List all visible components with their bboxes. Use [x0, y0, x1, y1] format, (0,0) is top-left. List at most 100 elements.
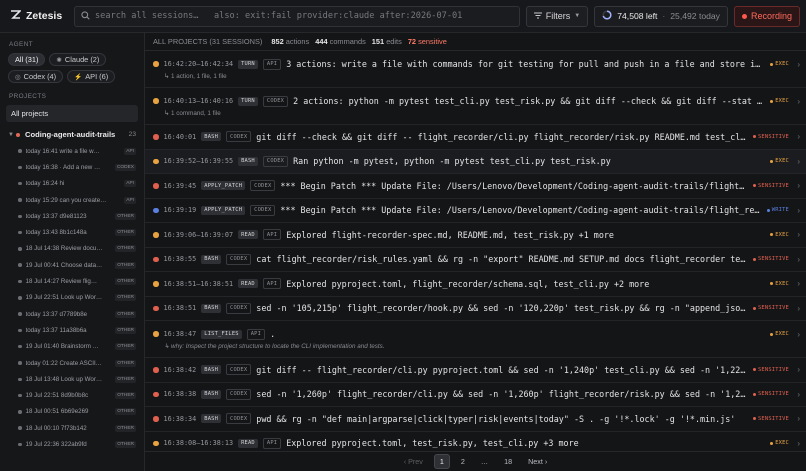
event-row[interactable]: 16:38:38 BASH CODEX sed -n '1,260p' flight_…: [145, 383, 806, 407]
session-item[interactable]: 19 Jul 22:51 8d9b0b8c OTHER: [5, 387, 139, 403]
session-title: today 01:22 Create ASCII…: [25, 359, 102, 367]
event-row[interactable]: 16:39:19 APPLY_PATCH CODEX *** Begin Patch …: [145, 199, 806, 223]
chevron-right-icon[interactable]: ›: [794, 97, 800, 106]
page-button[interactable]: 18: [499, 455, 517, 468]
status-dot-icon: [153, 281, 159, 287]
session-item[interactable]: 18 Jul 14:27 Review flig… OTHER: [5, 273, 139, 289]
event-kind-tag: READ: [238, 279, 258, 289]
session-item[interactable]: 18 Jul 14:38 Review docu… OTHER: [5, 241, 139, 257]
chevron-right-icon[interactable]: ›: [794, 439, 800, 448]
session-provider-badge: OTHER: [115, 392, 136, 400]
session-item[interactable]: today 13:37 11a38b6a OTHER: [5, 322, 139, 338]
event-kind-tag: APPLY_PATCH: [201, 205, 246, 215]
projects-heading: PROJECTS: [9, 93, 47, 100]
event-row[interactable]: 16:38:42 BASH CODEX git diff -- flight_reco…: [145, 358, 806, 383]
session-item[interactable]: 19 Jul 22:51 Look up Wor… OTHER: [5, 290, 139, 306]
session-item[interactable]: 19 Jul 22:36 322ab9fd OTHER: [5, 436, 139, 452]
session-item[interactable]: today 01:22 Create ASCII… OTHER: [5, 355, 139, 371]
chevron-right-icon[interactable]: ›: [794, 365, 800, 374]
event-row[interactable]: 16:38:08–16:38:13 READ API Explored pyproje…: [145, 432, 806, 452]
event-row[interactable]: 16:38:51–16:38:51 READ API Explored pyproje…: [145, 272, 806, 297]
chevron-right-icon[interactable]: ›: [794, 181, 800, 190]
session-dot-icon: [18, 393, 22, 398]
session-item[interactable]: today 13:37 d9e81123 OTHER: [5, 208, 139, 224]
session-item[interactable]: today 16:41 write a file w… API: [5, 143, 139, 159]
event-text: .: [270, 329, 276, 339]
event-status-label: EXEC: [775, 440, 789, 447]
session-item[interactable]: 19 Jul 01:40 Brainstorm … OTHER: [5, 339, 139, 355]
filters-button[interactable]: Filters ▼: [525, 5, 589, 27]
event-row[interactable]: 16:38:55 BASH CODEX cat flight_recorder/ris…: [145, 248, 806, 272]
prev-page-button[interactable]: ‹ Prev: [399, 455, 428, 468]
chevron-right-icon[interactable]: ›: [794, 206, 800, 215]
session-title: 19 Jul 01:40 Brainstorm …: [25, 343, 99, 351]
agent-chip[interactable]: ◎ Codex (4): [8, 70, 64, 83]
event-text: git diff --check && git diff -- flight_r…: [256, 131, 748, 142]
chevron-right-icon[interactable]: ›: [794, 132, 800, 141]
session-title: 19 Jul 22:51 Look up Wor…: [25, 294, 103, 302]
session-item[interactable]: 19 Jul 00:41 Choose data… OTHER: [5, 257, 139, 273]
session-item[interactable]: today 15:29 can you create… API: [5, 192, 139, 208]
page-button[interactable]: 1: [433, 454, 450, 469]
event-row[interactable]: 16:39:52–16:39:55 BASH CODEX Ran python -m …: [145, 149, 806, 174]
next-page-button[interactable]: Next ›: [523, 455, 552, 468]
event-row[interactable]: 16:40:01 BASH CODEX git diff --check && git…: [145, 125, 806, 150]
session-item[interactable]: today 13:43 8b1c148a OTHER: [5, 224, 139, 240]
agent-chip[interactable]: ✺ Claude (2): [49, 53, 107, 66]
event-status: SENSITIVE: [752, 367, 789, 373]
session-item[interactable]: 18 Jul 00:10 7f73b142 OTHER: [5, 420, 139, 436]
agent-heading: AGENT: [9, 41, 34, 48]
session-item[interactable]: today 13:37 d7789b8e OTHER: [5, 306, 139, 322]
event-time: 16:38:51–16:38:51: [163, 279, 234, 288]
session-item[interactable]: today 16:38 · Add a new … CODEX: [5, 159, 139, 175]
agent-chip[interactable]: ⚡ API (6): [67, 70, 116, 83]
status-dot-icon: [153, 416, 159, 422]
chevron-right-icon[interactable]: ›: [794, 255, 800, 264]
chevron-right-icon[interactable]: ›: [794, 157, 800, 166]
session-list: today 16:41 write a file w… API today 16:3…: [5, 143, 139, 453]
search-input[interactable]: [95, 11, 513, 21]
session-dot-icon: [18, 230, 22, 235]
agent-chip[interactable]: All (31): [8, 53, 46, 66]
top-bar: Zetesis Filters ▼ 74,508 left · 25,492 t…: [0, 0, 806, 33]
project-item[interactable]: ▼ Coding-agent-audit-trails 23: [5, 128, 139, 143]
event-status-label: EXEC: [775, 61, 789, 67]
status-dot-icon: [153, 440, 159, 446]
chevron-right-icon[interactable]: ›: [794, 279, 800, 288]
search-box[interactable]: [74, 5, 520, 27]
chevron-right-icon[interactable]: ›: [794, 390, 800, 399]
chevron-right-icon[interactable]: ›: [794, 60, 800, 69]
session-title: today 16:41 write a file w…: [25, 147, 100, 155]
all-projects-item[interactable]: All projects: [6, 105, 138, 122]
chevron-right-icon[interactable]: ›: [794, 304, 800, 313]
event-row[interactable]: 16:39:45 APPLY_PATCH CODEX *** Begin Patch …: [145, 174, 806, 199]
event-row[interactable]: 16:38:51 BASH CODEX sed -n '105,215p' fligh…: [145, 297, 806, 321]
session-item[interactable]: 18 Jul 00:51 6b69e269 OTHER: [5, 404, 139, 420]
chevron-right-icon[interactable]: ›: [794, 414, 800, 423]
session-item[interactable]: today 16:24 hi API: [5, 176, 139, 192]
chevron-right-icon[interactable]: ›: [794, 330, 800, 339]
event-row[interactable]: 16:40:13–16:40:16 TURN CODEX 2 actions: pyt…: [145, 88, 806, 125]
event-provider-tag: CODEX: [262, 95, 289, 107]
session-title: 19 Jul 22:36 322ab9fd: [25, 440, 87, 448]
event-kind-tag: READ: [238, 230, 258, 240]
chevron-right-icon[interactable]: ›: [794, 230, 800, 239]
recording-button[interactable]: Recording: [733, 5, 800, 27]
session-provider-badge: CODEX: [114, 163, 136, 171]
event-status: SENSITIVE: [752, 391, 789, 397]
event-text: 3 actions: write a file with commands fo…: [286, 59, 766, 69]
status-small-dot-icon: [770, 159, 774, 163]
event-row[interactable]: 16:39:06–16:39:07 READ API Explored flight-…: [145, 223, 806, 248]
session-item[interactable]: 18 Jul 13:48 Look up Wor… OTHER: [5, 371, 139, 387]
event-line: 16:38:42 BASH CODEX git diff -- flight_reco…: [153, 364, 800, 376]
event-provider-tag: API: [262, 229, 282, 241]
stat-sensitive: 72 sensitive: [408, 37, 447, 46]
page-button[interactable]: 2: [456, 455, 470, 468]
event-row[interactable]: 16:42:20–16:42:34 TURN API 3 actions: write…: [145, 51, 806, 88]
session-dot-icon: [18, 165, 22, 170]
session-provider-badge: OTHER: [115, 310, 136, 318]
status-small-dot-icon: [752, 392, 756, 396]
event-row[interactable]: 16:38:47 LIST_FILES API. EXEC › ↳ why: Inspec…: [145, 321, 806, 358]
status-dot-icon: [153, 61, 159, 67]
event-row[interactable]: 16:38:34 BASH CODEX pwd && rg -n "def main|…: [145, 407, 806, 432]
